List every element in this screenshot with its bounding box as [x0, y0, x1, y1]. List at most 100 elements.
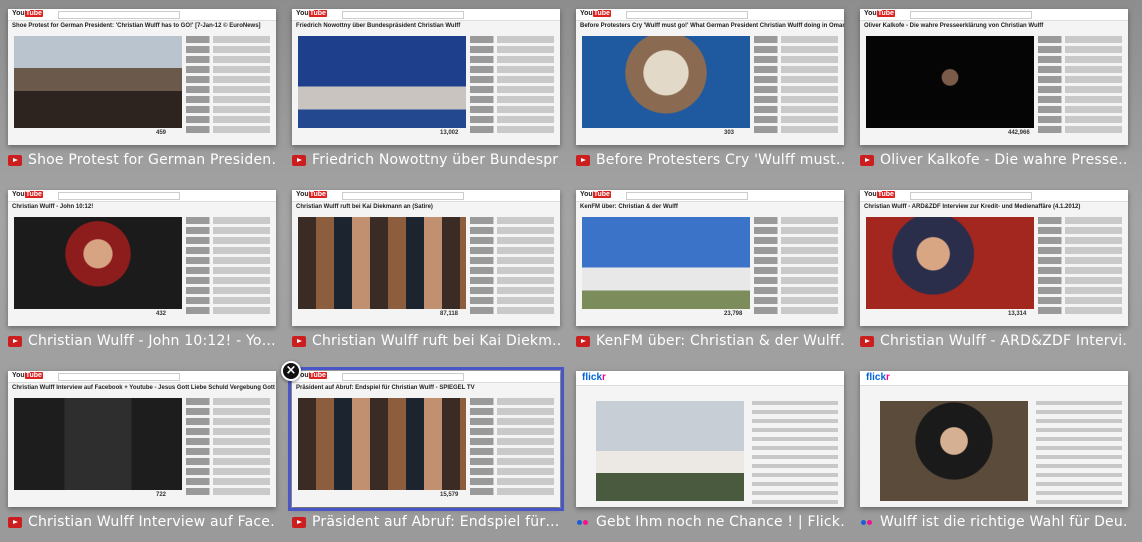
- flickr-photo: [880, 401, 1028, 501]
- page-preview[interactable]: YouTube Shoe Protest for German President…: [8, 9, 276, 145]
- video-title: Friedrich Nowottny über Bundespräsident …: [296, 23, 461, 29]
- page-preview[interactable]: flickr: [860, 371, 1128, 507]
- video-title: KenFM über: Christian & der Wulff: [580, 204, 678, 210]
- youtube-favicon-icon: [860, 335, 874, 347]
- video-title: Präsident auf Abruf: Endspiel für Christ…: [296, 385, 475, 391]
- tab-thumbnail[interactable]: YouTube Shoe Protest for German President…: [8, 9, 276, 169]
- youtube-logo: YouTube: [12, 10, 43, 17]
- tab-caption: Christian Wulff - John 10:12! - Yo…: [8, 332, 276, 350]
- flickr-header: flickr: [860, 371, 1128, 386]
- view-count: 722: [156, 492, 167, 498]
- page-preview[interactable]: YouTube Oliver Kalkofe - Die wahre Presse…: [860, 9, 1128, 145]
- search-input: [626, 192, 748, 200]
- tab-title: Christian Wulff - ARD&ZDF Intervi…: [880, 333, 1128, 349]
- video-player: [14, 398, 182, 490]
- video-title: Christian Wulff - ARD&ZDF Interview zur …: [864, 204, 1081, 210]
- search-input: [342, 11, 464, 19]
- youtube-header: YouTube: [8, 9, 276, 21]
- tab-caption: Wulff ist die richtige Wahl für Deu…: [860, 513, 1128, 531]
- tab-caption: KenFM über: Christian & der Wulff…: [576, 332, 844, 350]
- search-input: [626, 11, 748, 19]
- tab-title: Präsident auf Abruf: Endspiel für…: [312, 514, 560, 530]
- tab-caption: Before Protesters Cry 'Wulff must…: [576, 151, 844, 169]
- related-videos: [754, 36, 838, 136]
- page-preview[interactable]: YouTube Christian Wulff ruft bei Kai Diek…: [292, 190, 560, 326]
- tab-thumbnail[interactable]: YouTube Friedrich Nowottny über Bundesprä…: [292, 9, 560, 169]
- youtube-favicon-icon: [860, 154, 874, 166]
- related-videos: [470, 36, 554, 136]
- search-input: [342, 373, 464, 381]
- tab-caption: Christian Wulff ruft bei Kai Diekm…: [292, 332, 560, 350]
- page-preview[interactable]: YouTube Präsident auf Abruf: Endspiel für…: [288, 367, 564, 511]
- video-player: [298, 36, 466, 128]
- youtube-logo: YouTube: [580, 191, 611, 198]
- video-player: [582, 217, 750, 309]
- youtube-favicon-icon: [292, 154, 306, 166]
- youtube-header: YouTube: [292, 371, 560, 383]
- video-title: Oliver Kalkofe - Die wahre Presseerkläru…: [864, 23, 1044, 29]
- tab-thumbnail[interactable]: YouTube Präsident auf Abruf: Endspiel für…: [288, 367, 564, 531]
- tab-thumbnail[interactable]: YouTube Christian Wulff ruft bei Kai Diek…: [292, 190, 560, 350]
- tab-thumbnail[interactable]: YouTube Before Protesters Cry 'Wulff must…: [576, 9, 844, 169]
- view-count: 87,118: [440, 311, 459, 317]
- page-preview[interactable]: YouTube Christian Wulff Interview auf Fac…: [8, 371, 276, 507]
- page-preview[interactable]: YouTube Friedrich Nowottny über Bundesprä…: [292, 9, 560, 145]
- tab-caption: Friedrich Nowottny über Bundespr…: [292, 151, 560, 169]
- youtube-logo: YouTube: [296, 191, 327, 198]
- page-preview[interactable]: YouTube KenFM über: Christian & der Wulff…: [576, 190, 844, 326]
- page-preview[interactable]: flickr: [576, 371, 844, 507]
- related-videos: [186, 36, 270, 136]
- photo-info: [1036, 401, 1122, 507]
- tab-thumbnail[interactable]: YouTube Oliver Kalkofe - Die wahre Presse…: [860, 9, 1128, 169]
- tab-title: Christian Wulff ruft bei Kai Diekm…: [312, 333, 560, 349]
- video-player: [298, 398, 466, 490]
- tab-title: KenFM über: Christian & der Wulff…: [596, 333, 844, 349]
- flickr-logo: flickr: [582, 372, 606, 383]
- flickr-favicon-icon: [576, 517, 590, 528]
- tab-thumbnail[interactable]: flickr Gebt Ihm noch ne Chance ! | Flick…: [576, 371, 844, 531]
- related-videos: [1038, 36, 1122, 136]
- youtube-logo: YouTube: [12, 191, 43, 198]
- tab-title: Christian Wulff - John 10:12! - Yo…: [28, 333, 276, 349]
- close-tab-icon[interactable]: ×: [281, 361, 301, 381]
- search-input: [58, 373, 180, 381]
- tab-thumbnail[interactable]: flickr Wulff ist die richtige Wahl für De…: [860, 371, 1128, 531]
- tab-thumbnail[interactable]: YouTube Christian Wulff - John 10:12! 432 C…: [8, 190, 276, 350]
- search-input: [910, 192, 1032, 200]
- video-title: Christian Wulff Interview auf Facebook +…: [12, 385, 276, 391]
- youtube-header: YouTube: [8, 371, 276, 383]
- flickr-favicon-icon: [860, 517, 874, 528]
- youtube-favicon-icon: [8, 335, 22, 347]
- tab-caption: Christian Wulff - ARD&ZDF Intervi…: [860, 332, 1128, 350]
- tab-title: Shoe Protest for German Presiden…: [28, 152, 276, 168]
- youtube-favicon-icon: [8, 516, 22, 528]
- youtube-header: YouTube: [576, 190, 844, 202]
- flickr-photo: [596, 401, 744, 501]
- youtube-header: YouTube: [860, 9, 1128, 21]
- youtube-logo: YouTube: [12, 372, 43, 379]
- view-count: 13,002: [440, 130, 459, 136]
- youtube-header: YouTube: [576, 9, 844, 21]
- tab-thumbnail[interactable]: YouTube Christian Wulff - ARD&ZDF Intervi…: [860, 190, 1128, 350]
- video-player: [14, 36, 182, 128]
- tab-title: Gebt Ihm noch ne Chance ! | Flick…: [596, 514, 844, 530]
- youtube-logo: YouTube: [296, 10, 327, 17]
- view-count: 459: [156, 130, 167, 136]
- video-player: [866, 217, 1034, 309]
- page-preview[interactable]: YouTube Christian Wulff - John 10:12! 432: [8, 190, 276, 326]
- related-videos: [186, 398, 270, 498]
- related-videos: [754, 217, 838, 317]
- tab-thumbnail[interactable]: YouTube KenFM über: Christian & der Wulff…: [576, 190, 844, 350]
- page-preview[interactable]: YouTube Christian Wulff - ARD&ZDF Intervi…: [860, 190, 1128, 326]
- youtube-favicon-icon: [292, 516, 306, 528]
- related-videos: [470, 398, 554, 498]
- tab-overview-grid: YouTube Shoe Protest for German President…: [0, 0, 1142, 542]
- view-count: 13,314: [1008, 311, 1027, 317]
- video-player: [14, 217, 182, 309]
- youtube-logo: YouTube: [864, 191, 895, 198]
- search-input: [58, 11, 180, 19]
- page-preview[interactable]: YouTube Before Protesters Cry 'Wulff must…: [576, 9, 844, 145]
- tab-thumbnail[interactable]: YouTube Christian Wulff Interview auf Fac…: [8, 371, 276, 531]
- tab-title: Oliver Kalkofe - Die wahre Presse…: [880, 152, 1128, 168]
- related-videos: [186, 217, 270, 317]
